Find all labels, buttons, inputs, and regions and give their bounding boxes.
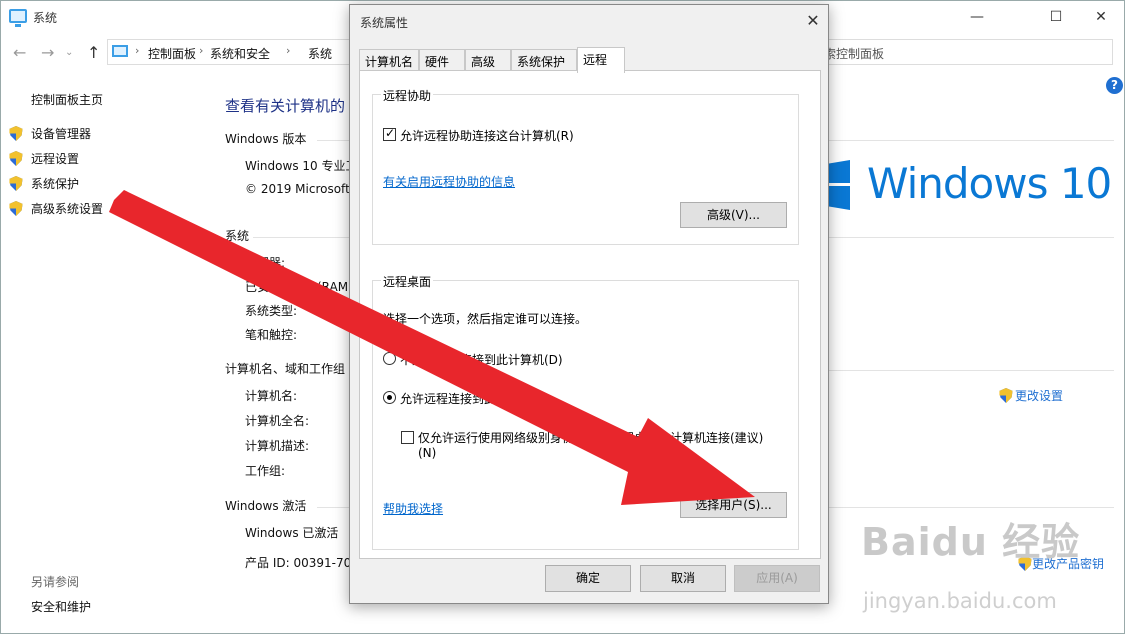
sidebar-item-label: 系统保护 — [31, 177, 80, 191]
baidu-watermark-url: jingyan.baidu.com — [863, 589, 1057, 613]
remote-tab-panel: 远程协助 允许远程协助连接这台计算机(R) 有关启用远程协助的信息 高级(V).… — [359, 70, 821, 559]
baidu-watermark: Baidu 经验 — [861, 520, 1081, 564]
security-maintenance-link[interactable]: 安全和维护 — [31, 598, 91, 615]
up-arrow-icon[interactable]: ↑ — [87, 43, 100, 62]
computer-name-heading: 计算机名、域和工作组 — [225, 362, 346, 376]
help-me-choose-link[interactable]: 帮助我选择 — [383, 500, 443, 517]
deny-remote-label: 不允许远程连接到此计算机(D) — [400, 353, 563, 367]
sidebar-item-label: 远程设置 — [31, 152, 80, 166]
select-users-button[interactable]: 选择用户(S)... — [680, 492, 787, 518]
close-button[interactable]: ✕ — [1091, 7, 1111, 27]
windows-edition-heading: Windows 版本 — [225, 132, 307, 146]
change-settings-label: 更改设置 — [1015, 389, 1064, 403]
tab-system-protection[interactable]: 系统保护 — [511, 49, 577, 71]
memory-label: 已安装的内存(RAM) — [245, 280, 353, 294]
tab-advanced[interactable]: 高级 — [465, 49, 511, 71]
sidebar-item-label: 高级系统设置 — [31, 202, 104, 216]
monitor-icon — [9, 9, 27, 27]
workgroup-label: 工作组: — [245, 464, 286, 478]
computer-description-label: 计算机描述: — [245, 439, 310, 453]
cancel-button[interactable]: 取消 — [640, 565, 726, 592]
shield-icon — [9, 151, 23, 166]
tab-remote[interactable]: 远程 — [577, 47, 625, 73]
system-properties-dialog: 系统属性 ✕ 计算机名 硬件 高级 系统保护 远程 远程协助 允许远程协助连接这… — [349, 4, 829, 604]
allow-remote-radio[interactable] — [383, 391, 396, 404]
remote-desktop-group: 远程桌面 选择一个选项，然后指定谁可以连接。 不允许远程连接到此计算机(D) 允… — [372, 273, 799, 550]
activation-heading: Windows 激活 — [225, 499, 307, 513]
breadcrumb-control-panel[interactable]: 控制面板 — [148, 45, 196, 62]
chevron-right-icon: › — [199, 44, 204, 57]
nla-only-checkbox[interactable] — [401, 431, 414, 444]
minimize-button[interactable]: — — [967, 7, 987, 27]
system-type-label: 系统类型: — [245, 304, 298, 318]
page-title: 查看有关计算机的 — [225, 97, 346, 115]
ok-button[interactable]: 确定 — [545, 565, 631, 592]
chevron-right-icon: › — [135, 44, 140, 57]
remote-assistance-group: 远程协助 允许远程协助连接这台计算机(R) 有关启用远程协助的信息 高级(V).… — [372, 87, 799, 245]
windows-10-logo-text: Windows 10 — [867, 159, 1112, 208]
chevron-right-icon: › — [286, 44, 291, 57]
remote-assistance-group-label: 远程协助 — [381, 87, 434, 104]
processor-label: 处理器: — [245, 256, 286, 270]
sidebar-item-label: 设备管理器 — [31, 127, 92, 141]
tab-hardware[interactable]: 硬件 — [419, 49, 465, 71]
chevron-down-icon[interactable]: ⌄ — [65, 47, 73, 58]
window-title: 系统 — [33, 11, 58, 25]
breadcrumb-system[interactable]: 系统 — [308, 45, 332, 62]
search-input[interactable]: 索控制面板 — [817, 39, 1113, 65]
allow-remote-assistance-label: 允许远程协助连接这台计算机(R) — [400, 129, 574, 143]
monitor-icon — [112, 45, 128, 57]
control-panel-home-link[interactable]: 控制面板主页 — [31, 91, 103, 108]
shield-icon — [9, 201, 23, 216]
allow-remote-label: 允许远程连接到此计算机(L) — [400, 392, 549, 406]
apply-button[interactable]: 应用(A) — [734, 565, 820, 592]
advanced-button[interactable]: 高级(V)... — [680, 202, 787, 228]
back-arrow-icon[interactable]: ← — [13, 43, 26, 62]
computer-name-label: 计算机名: — [245, 389, 298, 403]
forward-arrow-icon[interactable]: → — [41, 43, 54, 62]
remote-desktop-instruction: 选择一个选项，然后指定谁可以连接。 — [383, 312, 588, 326]
activation-status: Windows 已激活 — [245, 526, 339, 540]
tab-computer-name[interactable]: 计算机名 — [359, 49, 419, 71]
shield-icon — [9, 176, 23, 191]
nla-only-label: 仅允许运行使用网络级别身份验证的远程桌面的计算机连接(建议) — [418, 431, 764, 445]
edition-value: Windows 10 专业工 — [245, 159, 358, 173]
dialog-title: 系统属性 — [360, 16, 409, 30]
maximize-button[interactable]: ☐ — [1046, 7, 1066, 27]
see-also-heading: 另请参阅 — [31, 575, 80, 589]
allow-remote-assistance-checkbox[interactable] — [383, 126, 396, 141]
breadcrumb-system-security[interactable]: 系统和安全 — [210, 45, 270, 62]
dialog-close-button[interactable]: ✕ — [802, 10, 824, 32]
deny-remote-radio[interactable] — [383, 352, 396, 365]
help-icon[interactable]: ? — [1106, 77, 1123, 94]
full-computer-name-label: 计算机全名: — [245, 414, 310, 428]
remote-assistance-info-link[interactable]: 有关启用远程协助的信息 — [383, 173, 515, 190]
shield-icon — [9, 126, 23, 141]
remote-desktop-group-label: 远程桌面 — [381, 273, 434, 290]
system-heading: 系统 — [225, 229, 250, 243]
shield-icon — [999, 388, 1013, 403]
copyright-value: © 2019 Microsoft — [245, 182, 350, 196]
product-id: 产品 ID: 00391-700 — [245, 556, 359, 570]
nla-only-label-suffix: (N) — [418, 446, 437, 460]
windows-logo-icon — [826, 160, 850, 210]
pen-touch-label: 笔和触控: — [245, 328, 298, 342]
search-placeholder: 索控制面板 — [824, 47, 885, 61]
